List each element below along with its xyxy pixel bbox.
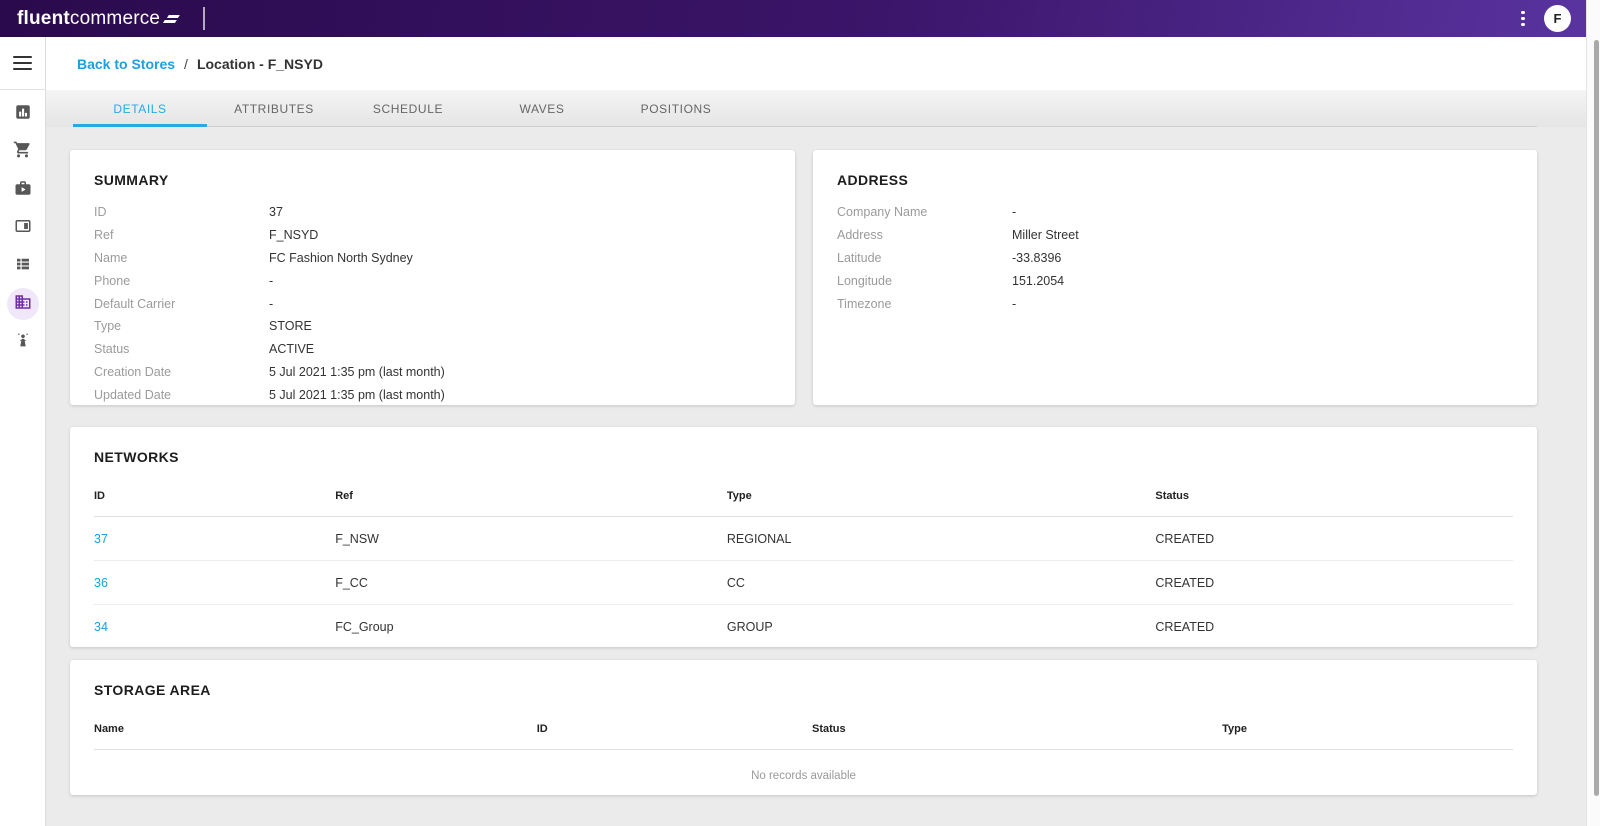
panel-card-icon	[14, 217, 32, 240]
address-field-company-name: Company Name -	[837, 201, 1513, 224]
networks-col-ref: Ref	[335, 478, 727, 517]
address-card: ADDRESS Company Name - Address Miller St…	[813, 150, 1537, 405]
briefcase-play-icon	[14, 179, 32, 202]
storage-area-card-title: STORAGE AREA	[94, 682, 1513, 698]
network-status-cell: CREATED	[1155, 517, 1513, 561]
tab-details[interactable]: DETAILS	[73, 90, 207, 127]
storage-area-table: Name ID Status Type No records available	[94, 711, 1513, 802]
networks-col-id: ID	[94, 478, 335, 517]
networks-header-row: ID Ref Type Status	[94, 478, 1513, 517]
address-field-address: Address Miller Street	[837, 224, 1513, 247]
sidebar-nav	[0, 37, 46, 826]
summary-card: SUMMARY ID 37 Ref F_NSYD Name FC Fashion…	[70, 150, 795, 405]
storage-col-id: ID	[537, 711, 812, 750]
address-field-timezone: Timezone -	[837, 292, 1513, 315]
sidebar-item-locations[interactable]	[3, 285, 43, 323]
summary-field-type: Type STORE	[94, 315, 771, 338]
storage-col-type: Type	[1222, 711, 1513, 750]
summary-field-name: Name FC Fashion North Sydney	[94, 247, 771, 270]
storage-header-row: Name ID Status Type	[94, 711, 1513, 750]
table-row[interactable]: 34 FC_Group GROUP CREATED	[94, 605, 1513, 649]
page-scrollbar-track[interactable]	[1586, 0, 1600, 826]
fluent-commerce-logo[interactable]: fluentcommerce	[17, 8, 180, 30]
no-records-message: No records available	[94, 750, 1513, 802]
network-ref-cell: FC_Group	[335, 605, 727, 649]
summary-field-ref: Ref F_NSYD	[94, 224, 771, 247]
network-id-link[interactable]: 36	[94, 561, 335, 605]
network-id-link[interactable]: 34	[94, 605, 335, 649]
bar-chart-icon	[14, 103, 32, 126]
sidebar-item-catalogs[interactable]	[3, 247, 43, 285]
tab-attributes[interactable]: ATTRIBUTES	[207, 90, 341, 127]
storage-col-name: Name	[94, 711, 537, 750]
top-bar: fluentcommerce F	[0, 0, 1600, 37]
networks-col-type: Type	[727, 478, 1156, 517]
tab-positions[interactable]: POSITIONS	[609, 90, 743, 127]
page-title: Location - F_NSYD	[197, 56, 323, 72]
sidebar-item-customers[interactable]	[3, 323, 43, 361]
summary-field-creation-date: Creation Date 5 Jul 2021 1:35 pm (last m…	[94, 361, 771, 384]
network-ref-cell: F_NSW	[335, 517, 727, 561]
building-icon	[14, 293, 32, 316]
sidebar-item-dashboard[interactable]	[3, 95, 43, 133]
sidebar-item-inventory[interactable]	[3, 209, 43, 247]
networks-card: NETWORKS ID Ref Type Status 37	[70, 427, 1537, 647]
summary-field-default-carrier: Default Carrier -	[94, 292, 771, 315]
sidebar-item-orders[interactable]	[3, 133, 43, 171]
page-scrollbar-thumb[interactable]	[1594, 40, 1599, 796]
storage-col-status: Status	[812, 711, 1222, 750]
breadcrumb: Back to Stores / Location - F_NSYD	[46, 37, 1600, 90]
table-row[interactable]: 37 F_NSW REGIONAL CREATED	[94, 517, 1513, 561]
person-icon	[14, 331, 32, 354]
shopping-cart-icon	[13, 140, 32, 164]
summary-field-status: Status ACTIVE	[94, 338, 771, 361]
overflow-menu-icon[interactable]	[1517, 7, 1529, 31]
brand-secondary: commerce	[70, 8, 160, 30]
summary-field-id: ID 37	[94, 201, 771, 224]
tab-bar: DETAILS ATTRIBUTES SCHEDULE WAVES POSITI…	[46, 90, 1600, 127]
user-avatar[interactable]: F	[1544, 5, 1571, 32]
fluent-logo-mark-icon	[163, 13, 180, 25]
tab-schedule[interactable]: SCHEDULE	[341, 90, 475, 127]
network-status-cell: CREATED	[1155, 605, 1513, 649]
tab-waves[interactable]: WAVES	[475, 90, 609, 127]
breadcrumb-back-link[interactable]: Back to Stores	[77, 56, 175, 72]
address-field-longitude: Longitude 151.2054	[837, 269, 1513, 292]
table-row[interactable]: 36 F_CC CC CREATED	[94, 561, 1513, 605]
breadcrumb-separator: /	[184, 56, 188, 72]
networks-card-title: NETWORKS	[94, 449, 1513, 465]
summary-field-updated-date: Updated Date 5 Jul 2021 1:35 pm (last mo…	[94, 383, 771, 406]
hamburger-menu-button[interactable]	[0, 37, 45, 90]
address-field-latitude: Latitude -33.8396	[837, 247, 1513, 270]
brand-primary: fluent	[17, 8, 70, 30]
hamburger-icon	[13, 56, 32, 70]
summary-field-phone: Phone -	[94, 269, 771, 292]
network-type-cell: REGIONAL	[727, 517, 1156, 561]
topbar-divider	[203, 7, 205, 30]
network-status-cell: CREATED	[1155, 561, 1513, 605]
network-id-link[interactable]: 37	[94, 517, 335, 561]
storage-area-card: STORAGE AREA Name ID Status Type No re	[70, 660, 1537, 795]
summary-card-title: SUMMARY	[94, 172, 771, 188]
network-ref-cell: F_CC	[335, 561, 727, 605]
networks-col-status: Status	[1155, 478, 1513, 517]
network-type-cell: GROUP	[727, 605, 1156, 649]
networks-table: ID Ref Type Status 37 F_NSW REGIONAL CRE…	[94, 478, 1513, 649]
address-card-title: ADDRESS	[837, 172, 1513, 188]
network-type-cell: CC	[727, 561, 1156, 605]
empty-state-row: No records available	[94, 750, 1513, 802]
list-rows-icon	[14, 255, 32, 278]
sidebar-item-products[interactable]	[3, 171, 43, 209]
